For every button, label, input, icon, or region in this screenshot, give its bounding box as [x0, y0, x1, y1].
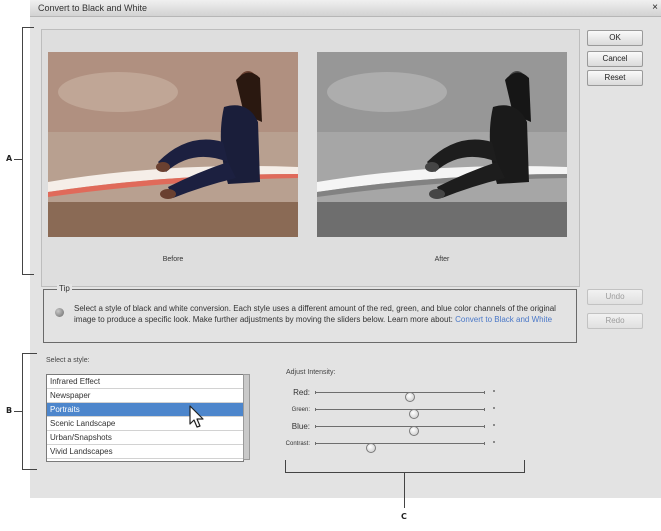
style-list-scrollbar[interactable]	[243, 374, 250, 460]
blue-slider-label: Blue:	[291, 422, 310, 431]
red-slider-label: Red:	[293, 388, 310, 397]
callout-b-tick	[14, 411, 22, 412]
green-slider-end	[493, 407, 495, 409]
callout-c: C	[401, 512, 407, 521]
green-slider-thumb[interactable]	[408, 409, 419, 419]
ok-button[interactable]: OK	[587, 30, 643, 46]
blue-slider-track[interactable]	[315, 425, 485, 436]
learn-more-link[interactable]: Convert to Black and White	[455, 315, 552, 324]
contrast-slider-label: Contrast:	[285, 441, 310, 447]
cancel-button[interactable]: Cancel	[587, 51, 643, 67]
red-slider-end	[493, 390, 495, 392]
after-photo	[317, 52, 567, 237]
contrast-slider-end	[493, 441, 495, 443]
blue-slider-thumb[interactable]	[408, 426, 419, 436]
green-slider-track[interactable]	[315, 408, 485, 419]
redo-button[interactable]: Redo	[587, 313, 643, 329]
before-label: Before	[162, 256, 184, 263]
info-icon	[55, 308, 64, 317]
select-style-label: Select a style:	[46, 357, 90, 364]
list-item[interactable]: Portraits	[47, 403, 243, 417]
list-item[interactable]: Infrared Effect	[47, 375, 243, 389]
tip-panel: Tip Select a style of black and white co…	[43, 284, 577, 343]
pointer-cursor-icon	[189, 405, 204, 428]
tip-legend: Tip	[57, 284, 72, 293]
close-icon[interactable]: ×	[652, 2, 658, 13]
callout-b: B	[6, 406, 13, 415]
undo-button[interactable]: Undo	[587, 289, 643, 305]
contrast-slider[interactable]: Contrast:	[255, 438, 495, 453]
callout-a: A	[6, 154, 13, 163]
blue-slider[interactable]: Blue:	[255, 421, 495, 436]
before-photo	[48, 52, 298, 237]
list-item[interactable]: Vivid Landscapes	[47, 445, 243, 459]
title-bar: Convert to Black and White ×	[30, 0, 661, 17]
callout-c-bracket	[285, 460, 525, 473]
green-slider[interactable]: Green:	[255, 404, 495, 419]
red-slider[interactable]: Red:	[255, 387, 495, 402]
list-item[interactable]: Newspaper	[47, 389, 243, 403]
reset-button[interactable]: Reset	[587, 70, 643, 86]
callout-a-tick	[14, 159, 22, 160]
blue-slider-end	[493, 424, 495, 426]
after-label: After	[434, 256, 450, 263]
list-item[interactable]: Scenic Landscape	[47, 417, 243, 431]
callout-c-tick	[404, 472, 405, 508]
adjust-intensity-label: Adjust Intensity:	[286, 369, 336, 376]
contrast-slider-track[interactable]	[315, 442, 485, 453]
window-title: Convert to Black and White	[38, 3, 148, 13]
callout-b-bracket	[22, 353, 37, 470]
tip-text: Select a style of black and white conver…	[74, 303, 566, 325]
list-item[interactable]: Urban/Snapshots	[47, 431, 243, 445]
callout-a-bracket	[22, 27, 34, 275]
green-slider-label: Green:	[291, 407, 310, 413]
red-slider-track[interactable]	[315, 391, 485, 402]
style-list[interactable]: Infrared Effect Newspaper Portraits Scen…	[46, 374, 244, 462]
preview-panel: Before After	[41, 29, 580, 287]
